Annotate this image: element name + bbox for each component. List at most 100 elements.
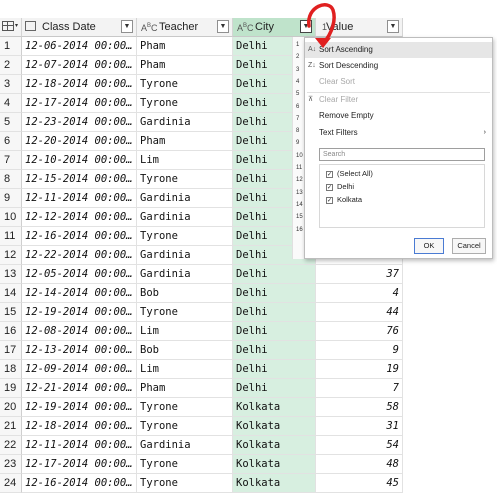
cell-class-date[interactable]: 12-07-2014 00:00… xyxy=(22,56,137,75)
cell-teacher[interactable]: Tyrone xyxy=(137,474,233,493)
cell-city[interactable]: Kolkata xyxy=(233,436,316,455)
checkbox[interactable]: ✓ xyxy=(326,170,333,178)
cell-city[interactable]: Kolkata xyxy=(233,455,316,474)
cell-city[interactable]: Delhi xyxy=(233,341,316,360)
cell-value[interactable]: 48 xyxy=(316,455,403,474)
cell-value[interactable]: 44 xyxy=(316,303,403,322)
cell-city[interactable]: Kolkata xyxy=(233,474,316,493)
cell-teacher[interactable]: Tyrone xyxy=(137,170,233,189)
cell-class-date[interactable]: 12-11-2014 00:00… xyxy=(22,436,137,455)
cell-teacher[interactable]: Tyrone xyxy=(137,75,233,94)
checklist-item[interactable]: ✓ Delhi xyxy=(326,181,354,193)
cell-city[interactable]: Delhi xyxy=(233,303,316,322)
cell-teacher[interactable]: Bob xyxy=(137,341,233,360)
cell-value[interactable]: 19 xyxy=(316,360,403,379)
cell-value[interactable]: 31 xyxy=(316,417,403,436)
checklist-item[interactable]: ✓ (Select All) xyxy=(326,168,373,180)
clear-sort-item[interactable]: Clear Sort xyxy=(305,74,492,90)
cell-class-date[interactable]: 12-11-2014 00:00… xyxy=(22,189,137,208)
checkbox[interactable]: ✓ xyxy=(326,183,333,191)
cell-class-date[interactable]: 12-17-2014 00:00… xyxy=(22,94,137,113)
cell-value[interactable]: 58 xyxy=(316,398,403,417)
cell-value[interactable]: 9 xyxy=(316,341,403,360)
cell-class-date[interactable]: 12-16-2014 00:00… xyxy=(22,227,137,246)
cell-teacher[interactable]: Tyrone xyxy=(137,94,233,113)
column-header-class-date[interactable]: Class Date ▼ xyxy=(22,18,137,37)
cell-city[interactable]: Delhi xyxy=(233,379,316,398)
cell-teacher[interactable]: Pham xyxy=(137,56,233,75)
cell-class-date[interactable]: 12-10-2014 00:00… xyxy=(22,151,137,170)
checkbox[interactable]: ✓ xyxy=(326,196,333,204)
search-input[interactable]: Search xyxy=(319,148,485,161)
cell-class-date[interactable]: 12-05-2014 00:00… xyxy=(22,265,137,284)
cell-teacher[interactable]: Gardinia xyxy=(137,113,233,132)
cell-class-date[interactable]: 12-19-2014 00:00… xyxy=(22,303,137,322)
cell-class-date[interactable]: 12-22-2014 00:00… xyxy=(22,246,137,265)
cell-teacher[interactable]: Gardinia xyxy=(137,208,233,227)
cell-class-date[interactable]: 12-13-2014 00:00… xyxy=(22,341,137,360)
column-header-value[interactable]: 1 Value ▼ xyxy=(316,18,403,37)
cell-class-date[interactable]: 12-19-2014 00:00… xyxy=(22,398,137,417)
cell-class-date[interactable]: 12-06-2014 00:00… xyxy=(22,37,137,56)
cell-city[interactable]: Kolkata xyxy=(233,398,316,417)
cell-city[interactable]: Delhi xyxy=(233,265,316,284)
cell-class-date[interactable]: 12-16-2014 00:00… xyxy=(22,474,137,493)
cell-teacher[interactable]: Pham xyxy=(137,132,233,151)
cell-teacher[interactable]: Gardinia xyxy=(137,246,233,265)
table-row: 14 12-14-2014 00:00… Bob Delhi 4 xyxy=(0,284,403,303)
sort-descending-item[interactable]: Z↓ Sort Descending xyxy=(305,58,492,74)
cell-teacher[interactable]: Pham xyxy=(137,379,233,398)
cell-class-date[interactable]: 12-23-2014 00:00… xyxy=(22,113,137,132)
cell-teacher[interactable]: Lim xyxy=(137,360,233,379)
cell-value[interactable]: 37 xyxy=(316,265,403,284)
cell-class-date[interactable]: 12-12-2014 00:00… xyxy=(22,208,137,227)
cell-city[interactable]: Delhi xyxy=(233,360,316,379)
cell-value[interactable]: 4 xyxy=(316,284,403,303)
filter-dropdown-teacher[interactable]: ▼ xyxy=(217,20,229,33)
cell-class-date[interactable]: 12-18-2014 00:00… xyxy=(22,417,137,436)
column-header-teacher[interactable]: ABC Teacher ▼ xyxy=(137,18,233,37)
cell-teacher[interactable]: Gardinia xyxy=(137,189,233,208)
cell-teacher[interactable]: Bob xyxy=(137,284,233,303)
cell-class-date[interactable]: 12-18-2014 00:00… xyxy=(22,75,137,94)
checklist-item[interactable]: ✓ Kolkata xyxy=(326,194,362,206)
cell-teacher[interactable]: Lim xyxy=(137,151,233,170)
column-header-city[interactable]: ABC City ▼ xyxy=(233,18,316,37)
cell-class-date[interactable]: 12-21-2014 00:00… xyxy=(22,379,137,398)
cell-teacher[interactable]: Pham xyxy=(137,37,233,56)
filter-dropdown-city[interactable]: ▼ xyxy=(300,20,312,33)
ok-button[interactable]: OK xyxy=(414,238,444,254)
filter-dropdown-value[interactable]: ▼ xyxy=(387,20,399,33)
cell-teacher[interactable]: Gardinia xyxy=(137,436,233,455)
cell-class-date[interactable]: 12-08-2014 00:00… xyxy=(22,322,137,341)
cell-class-date[interactable]: 12-15-2014 00:00… xyxy=(22,170,137,189)
row-number: 23 xyxy=(0,455,22,474)
cell-teacher[interactable]: Tyrone xyxy=(137,455,233,474)
cell-value[interactable]: 54 xyxy=(316,436,403,455)
cell-city[interactable]: Kolkata xyxy=(233,417,316,436)
cell-value[interactable]: 76 xyxy=(316,322,403,341)
cell-teacher[interactable]: Gardinia xyxy=(137,265,233,284)
clear-filter-item[interactable]: ⊼ Clear Filter xyxy=(305,92,492,108)
filter-dropdown-class-date[interactable]: ▼ xyxy=(121,20,133,33)
cell-value[interactable]: 7 xyxy=(316,379,403,398)
cell-class-date[interactable]: 12-20-2014 00:00… xyxy=(22,132,137,151)
cell-teacher[interactable]: Tyrone xyxy=(137,398,233,417)
cancel-button[interactable]: Cancel xyxy=(452,238,486,254)
cell-city[interactable]: Delhi xyxy=(233,284,316,303)
cell-teacher[interactable]: Lim xyxy=(137,322,233,341)
cell-city[interactable]: Delhi xyxy=(233,322,316,341)
table-menu-header[interactable]: ▾ xyxy=(0,18,22,37)
row-number: 10 xyxy=(0,208,22,227)
cell-teacher[interactable]: Tyrone xyxy=(137,227,233,246)
remove-empty-item[interactable]: Remove Empty xyxy=(305,108,492,124)
cell-class-date[interactable]: 12-09-2014 00:00… xyxy=(22,360,137,379)
cell-class-date[interactable]: 12-17-2014 00:00… xyxy=(22,455,137,474)
column-label-city: City xyxy=(255,21,274,33)
cell-class-date[interactable]: 12-14-2014 00:00… xyxy=(22,284,137,303)
cell-teacher[interactable]: Tyrone xyxy=(137,303,233,322)
text-filters-item[interactable]: Text Filters › xyxy=(305,125,492,141)
cell-value[interactable]: 45 xyxy=(316,474,403,493)
cell-teacher[interactable]: Tyrone xyxy=(137,417,233,436)
sort-ascending-item[interactable]: A↓ Sort Ascending xyxy=(305,42,492,58)
